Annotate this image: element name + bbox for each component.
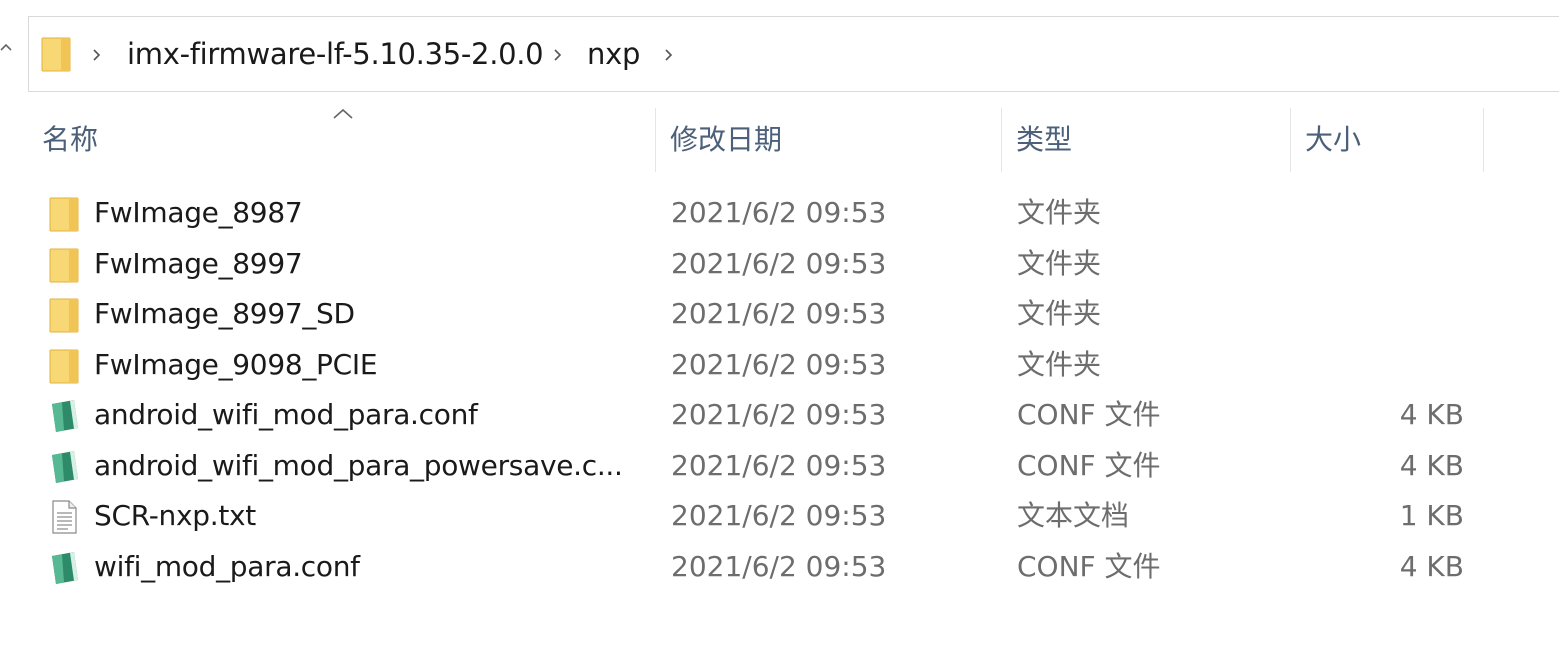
file-modified-date: 2021/6/2 09:53 xyxy=(671,246,887,280)
file-modified-date: 2021/6/2 09:53 xyxy=(671,196,887,229)
folder-icon xyxy=(41,36,71,72)
file-size xyxy=(1290,289,1464,339)
file-size: 4 KB xyxy=(1399,549,1464,583)
file-size: 1 KB xyxy=(1399,499,1464,532)
file-name: SCR-nxp.txt xyxy=(94,499,256,532)
file-type: CONF 文件 xyxy=(1017,549,1161,583)
file-name: android_wifi_mod_para.conf xyxy=(94,398,478,431)
file-name: FwImage_8997_SD xyxy=(94,297,355,330)
file-row[interactable]: FwImage_8997_SD 2021/6/2 09:53 文件夹 xyxy=(0,289,1559,340)
file-size xyxy=(1290,340,1464,390)
file-size xyxy=(1290,188,1464,238)
column-header-name[interactable]: 名称 xyxy=(28,108,655,172)
column-header-type[interactable]: 类型 xyxy=(1002,108,1290,172)
file-modified-date: 2021/6/2 09:53 xyxy=(671,347,887,381)
file-row[interactable]: android_wifi_mod_para.conf 2021/6/2 09:53… xyxy=(0,390,1559,441)
text-file-icon xyxy=(48,499,80,535)
column-divider[interactable] xyxy=(1483,108,1484,172)
file-type: 文本文档 xyxy=(1017,499,1130,532)
file-type: 文件夹 xyxy=(1017,246,1102,280)
breadcrumb-item[interactable]: imx-firmware-lf-5.10.35-2.0.0 xyxy=(127,35,544,73)
file-row[interactable]: SCR-nxp.txt 2021/6/2 09:53 文本文档 1 KB xyxy=(0,491,1559,542)
file-type: CONF 文件 xyxy=(1017,448,1161,482)
file-type: 文件夹 xyxy=(1017,297,1102,330)
column-header-modified[interactable]: 修改日期 xyxy=(656,108,1001,172)
file-row[interactable]: FwImage_8987 2021/6/2 09:53 文件夹 xyxy=(0,188,1559,239)
file-name: wifi_mod_para.conf xyxy=(94,549,360,583)
file-type: CONF 文件 xyxy=(1017,398,1161,431)
file-size: 4 KB xyxy=(1399,448,1464,482)
file-list: FwImage_8987 2021/6/2 09:53 文件夹 FwImage_899… xyxy=(0,188,1559,592)
conf-file-icon xyxy=(48,449,80,485)
file-explorer-window: imx-firmware-lf-5.10.35-2.0.0 nxp 名称 修改日… xyxy=(0,0,1559,647)
file-type: 文件夹 xyxy=(1017,347,1102,381)
address-bar[interactable]: imx-firmware-lf-5.10.35-2.0.0 nxp xyxy=(28,16,1559,92)
file-name: FwImage_9098_PCIE xyxy=(94,347,378,381)
breadcrumb-item[interactable]: nxp xyxy=(587,35,640,73)
column-header-row: 名称 修改日期 类型 大小 xyxy=(0,100,1559,176)
file-row[interactable]: FwImage_9098_PCIE 2021/6/2 09:53 文件夹 xyxy=(0,340,1559,391)
conf-file-icon xyxy=(48,398,80,434)
conf-file-icon xyxy=(48,550,80,586)
file-modified-date: 2021/6/2 09:53 xyxy=(671,297,887,330)
file-name: FwImage_8987 xyxy=(94,196,303,229)
column-header-size[interactable]: 大小 xyxy=(1291,108,1483,172)
chevron-right-icon[interactable] xyxy=(89,41,105,69)
file-size: 4 KB xyxy=(1399,398,1464,431)
folder-icon xyxy=(48,348,80,384)
folder-icon xyxy=(48,196,80,232)
chevron-right-icon[interactable] xyxy=(550,41,566,69)
up-arrow-icon[interactable] xyxy=(0,38,12,58)
file-row[interactable]: wifi_mod_para.conf 2021/6/2 09:53 CONF 文件 4… xyxy=(0,542,1559,593)
file-size xyxy=(1290,239,1464,289)
file-type: 文件夹 xyxy=(1017,196,1102,229)
file-modified-date: 2021/6/2 09:53 xyxy=(671,549,887,583)
folder-icon xyxy=(48,247,80,283)
folder-icon xyxy=(48,297,80,333)
file-modified-date: 2021/6/2 09:53 xyxy=(671,398,887,431)
file-name: FwImage_8997 xyxy=(94,246,303,280)
file-name: android_wifi_mod_para_powersave.c... xyxy=(94,448,623,482)
file-modified-date: 2021/6/2 09:53 xyxy=(671,448,887,482)
chevron-right-icon[interactable] xyxy=(661,41,677,69)
file-row[interactable]: FwImage_8997 2021/6/2 09:53 文件夹 xyxy=(0,239,1559,290)
file-row[interactable]: android_wifi_mod_para_powersave.c... 2021… xyxy=(0,441,1559,492)
file-modified-date: 2021/6/2 09:53 xyxy=(671,499,887,532)
